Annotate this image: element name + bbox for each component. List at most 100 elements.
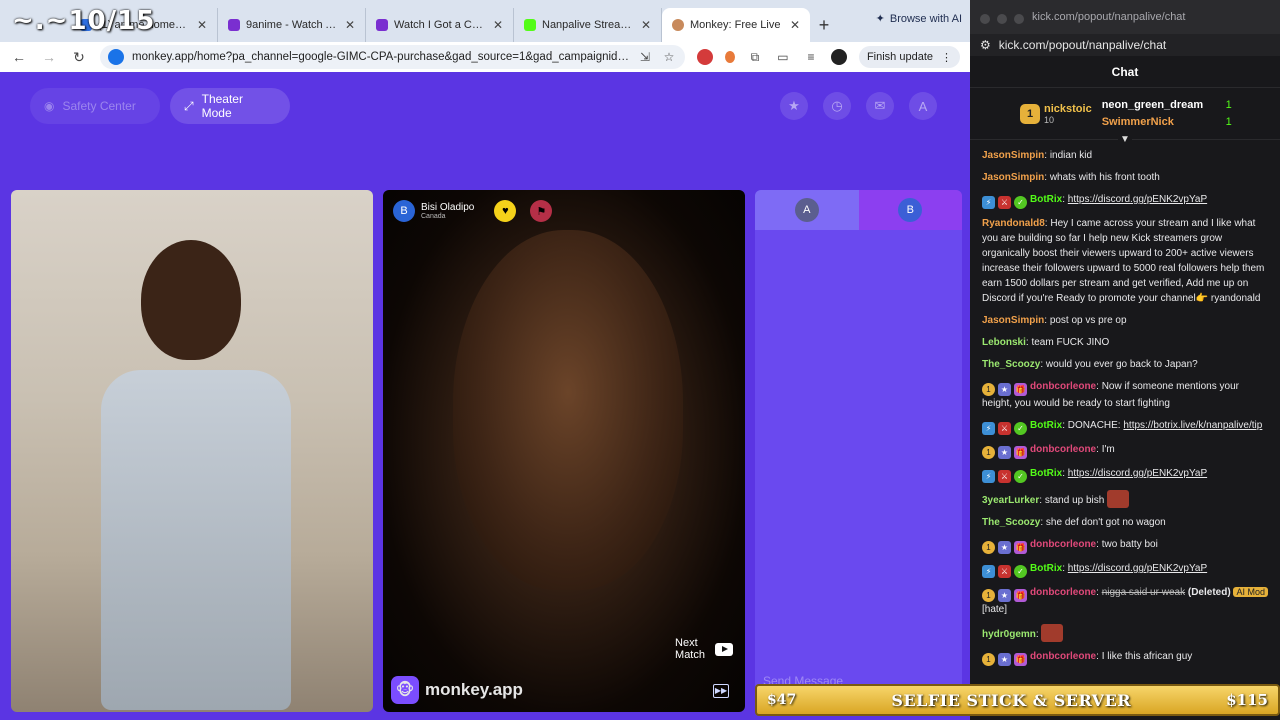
theater-mode-button[interactable]: ⤢ Theater Mode — [170, 88, 290, 124]
forward-icon[interactable]: → — [40, 49, 58, 65]
chat-username[interactable]: Ryandonald8 — [982, 218, 1045, 229]
chat-username[interactable]: BotRix — [1030, 420, 1062, 431]
more-menu-icon[interactable]: ⋮ — [941, 51, 952, 64]
close-tab-icon[interactable]: ✕ — [197, 18, 207, 32]
chat-text: she def don't got no wagon — [1045, 517, 1166, 528]
chat-username[interactable]: The_Scoozy — [982, 359, 1040, 370]
subscriber-badge-icon: ★ — [998, 541, 1011, 554]
emote-image — [1107, 490, 1130, 508]
profile-avatar-icon[interactable] — [830, 49, 847, 65]
rank-one-badge-icon: 1 — [982, 653, 995, 666]
chat-username[interactable]: donbcorleone — [1030, 587, 1096, 598]
url-text: monkey.app/home?pa_channel=google-GIMC-C… — [132, 51, 629, 63]
extensions-puzzle-icon[interactable]: ⧉ — [747, 49, 763, 65]
skip-icon[interactable]: ▶▶ — [713, 684, 729, 698]
site-info-icon[interactable] — [108, 49, 124, 65]
chat-side-a[interactable]: A — [755, 190, 859, 230]
back-icon[interactable]: ← — [10, 49, 28, 65]
site-settings-icon[interactable]: ⚙ — [980, 38, 991, 52]
minimize-window-icon[interactable] — [997, 14, 1007, 24]
chat-text: team FUCK JINO — [1031, 337, 1110, 348]
moderator-badge-icon: ⚔ — [998, 470, 1011, 483]
cast-icon[interactable]: ▭ — [775, 49, 791, 65]
chat-username[interactable]: BotRix — [1030, 563, 1062, 574]
verified-badge-icon: ✓ — [1014, 422, 1027, 435]
chat-message: ⚡ ⚔ ✓ BotRix: https://discord.gg/pENK2vpYaP — [982, 466, 1270, 483]
close-tab-icon[interactable]: ✕ — [641, 18, 651, 32]
monkey-brand: 🐵 monkey.app — [391, 676, 523, 704]
report-icon[interactable]: ⚑ — [530, 200, 553, 222]
rank-one-badge-icon: 1 — [982, 446, 995, 459]
browse-with-ai-button[interactable]: ✦ Browse with AI — [875, 12, 962, 26]
chat-message: ⚡ ⚔ ✓ BotRix: https://discord.gg/pENK2vpYaP — [982, 561, 1270, 578]
partner-info: B Bisi Oladipo Canada ♥ ⚑ — [393, 200, 553, 222]
kick-favicon-icon — [524, 19, 536, 31]
chat-username[interactable]: donbcorleone — [1030, 539, 1096, 550]
tab-cheat-skill[interactable]: Watch I Got a Cheat Sk ✕ — [366, 8, 514, 42]
extension-red-icon[interactable] — [696, 49, 713, 65]
chat-text: post op vs pre op — [1049, 315, 1127, 326]
bot-badge-icon: ⚡ — [982, 470, 995, 483]
heart-icon[interactable]: ♥ — [494, 200, 517, 222]
chat-link[interactable]: https://discord.gg/pENK2vpYaP — [1068, 194, 1207, 205]
gift-badge-icon: 🎁 — [1014, 446, 1027, 459]
moderator-badge-icon: ⚔ — [998, 565, 1011, 578]
goal-ticker: $47 SELFIE STICK & SERVER $115 — [755, 684, 1280, 716]
finish-update-button[interactable]: Finish update ⋮ — [858, 46, 960, 68]
messages-icon[interactable]: ✉ — [866, 92, 894, 120]
deleted-text: nigga said ur weak — [1101, 587, 1186, 598]
close-window-icon[interactable] — [980, 14, 990, 24]
install-app-icon[interactable]: ⇲ — [637, 49, 653, 65]
chat-username[interactable]: donbcorleone — [1030, 381, 1096, 392]
gift-badge-icon: 🎁 — [1014, 541, 1027, 554]
chat-username[interactable]: BotRix — [1030, 468, 1062, 479]
reading-list-icon[interactable]: ≡ — [803, 49, 819, 65]
tab-monkey[interactable]: Monkey: Free Live ✕ — [662, 8, 810, 42]
collapse-icon[interactable]: ▼ — [1118, 134, 1132, 146]
ticker-left-price: $47 — [767, 692, 797, 708]
tab-nanpalive[interactable]: Nanpalive Stream - Wa ✕ — [514, 8, 662, 42]
zoom-window-icon[interactable] — [1014, 14, 1024, 24]
monkey-logo-icon: 🐵 — [391, 676, 419, 704]
sparkle-icon: ✦ — [875, 13, 885, 25]
leader-runners-up: neon_green_dream 1 SwimmerNick 1 — [1101, 98, 1232, 128]
monkey-favicon-icon — [672, 19, 684, 31]
chat-username[interactable]: JasonSimpin — [982, 172, 1044, 183]
close-tab-icon[interactable]: ✕ — [345, 18, 355, 32]
chat-message: hydr0gemn: — [982, 624, 1270, 642]
chat-message: 1 ★ 🎁 donbcorleone: two batty boi — [982, 537, 1270, 554]
chat-username[interactable]: donbcorleone — [1030, 444, 1096, 455]
chat-side-b[interactable]: B — [858, 190, 962, 230]
close-tab-icon[interactable]: ✕ — [493, 18, 503, 32]
chat-link[interactable]: https://discord.gg/pENK2vpYaP — [1068, 468, 1207, 479]
chat-link[interactable]: https://botrix.live/k/nanpalive/tip — [1123, 420, 1262, 431]
extension-orange-icon[interactable] — [724, 51, 735, 63]
chat-username[interactable]: JasonSimpin — [982, 315, 1044, 326]
new-tab-button[interactable]: + — [810, 8, 838, 42]
kick-address-bar[interactable]: ⚙ kick.com/popout/nanpalive/chat — [970, 34, 1280, 56]
close-tab-icon[interactable]: ✕ — [790, 18, 800, 32]
tab-9anime[interactable]: 9anime - Watch Anime ✕ — [218, 8, 366, 42]
chat-username[interactable]: JasonSimpin — [982, 150, 1044, 161]
gift-badge-icon: 🎁 — [1014, 653, 1027, 666]
reload-icon[interactable]: ↻ — [70, 49, 88, 66]
bookmark-star-icon[interactable]: ☆ — [661, 49, 677, 65]
address-bar[interactable]: monkey.app/home?pa_channel=google-GIMC-C… — [100, 45, 685, 69]
chat-link[interactable]: https://discord.gg/pENK2vpYaP — [1068, 563, 1207, 574]
chat-message: JasonSimpin: indian kid — [982, 150, 1093, 161]
subscriber-badge-icon: ★ — [998, 446, 1011, 459]
next-match-button[interactable]: Next Match — [675, 637, 733, 662]
chat-text: would you ever go back to Japan? — [1045, 359, 1198, 370]
chat-username[interactable]: hydr0gemn — [982, 629, 1036, 640]
safety-center-button[interactable]: ◉ Safety Center — [30, 88, 160, 124]
chat-text: Hey I came across your stream and I like… — [982, 218, 1265, 304]
chat-username[interactable]: BotRix — [1030, 194, 1062, 205]
rewards-icon[interactable]: ★ — [780, 92, 808, 120]
chat-username[interactable]: 3yearLurker — [982, 495, 1039, 506]
chat-username[interactable]: The_Scoozy — [982, 517, 1040, 528]
chat-username[interactable]: donbcorleone — [1030, 651, 1096, 662]
chat-username[interactable]: Lebonski — [982, 337, 1026, 348]
profile-avatar[interactable]: A — [909, 92, 937, 120]
history-clock-icon[interactable]: ◷ — [823, 92, 851, 120]
rank-badge: 1 — [1020, 103, 1040, 124]
